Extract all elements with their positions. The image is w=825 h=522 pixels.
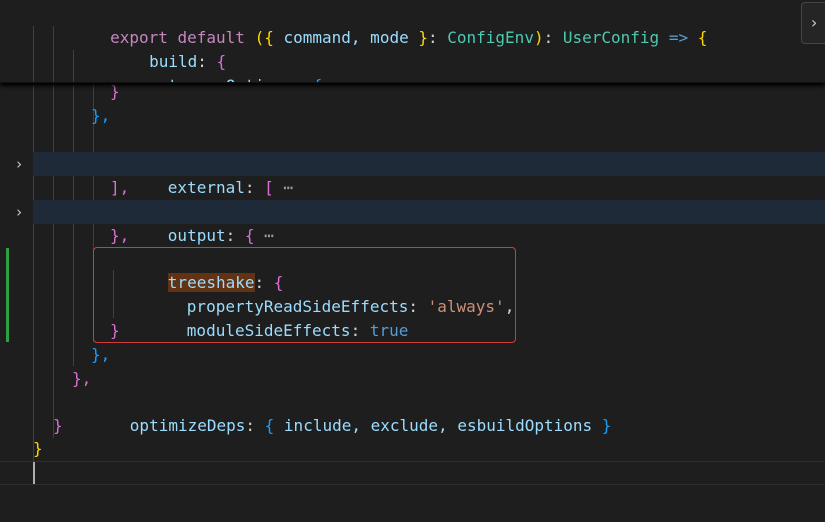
current-line <box>0 461 825 485</box>
code-line: ], <box>0 176 825 200</box>
code-line: } <box>0 414 825 438</box>
sticky-line[interactable]: build: { <box>0 26 825 71</box>
closing-brace: }, <box>91 106 111 125</box>
code-line: }, <box>0 224 825 248</box>
code-line: }, <box>0 343 825 367</box>
highlight-box <box>93 247 516 343</box>
code-line: } <box>0 80 825 104</box>
code-line: }, <box>0 367 825 391</box>
sticky-line[interactable]: terserOptions: { <box>0 50 825 82</box>
closing-brace: } <box>33 439 43 458</box>
code-editor[interactable]: } }, rollupOptions: { external: [ ⋯ › ],… <box>0 0 825 522</box>
text-cursor <box>33 462 35 484</box>
indent-guide <box>73 50 74 82</box>
property-key: terserOptions <box>168 76 293 82</box>
chevron-right-icon[interactable]: › <box>12 152 26 176</box>
sticky-scroll-header[interactable]: export default ({ command, mode }: Confi… <box>0 0 825 83</box>
sticky-line[interactable]: export default ({ command, mode }: Confi… <box>0 2 825 47</box>
closing-brace: } <box>110 82 120 101</box>
indent-guide <box>53 26 54 82</box>
closing-brace: }, <box>110 226 130 245</box>
code-line: optimizeDeps: { include, exclude, esbuil… <box>129 416 612 435</box>
code-line: }, <box>0 104 825 128</box>
code-line-folded: external: [ ⋯ <box>33 152 825 197</box>
code-line: } <box>0 437 825 461</box>
closing-brace: } <box>53 416 63 435</box>
chevron-right-icon[interactable]: › <box>12 200 26 224</box>
code-line-folded: output: { ⋯ <box>33 200 825 245</box>
closing-bracket: ], <box>110 178 130 197</box>
indent-guide <box>33 26 34 82</box>
code-line: rollupOptions: { <box>0 128 825 173</box>
chevron-right-icon[interactable]: › <box>801 2 825 44</box>
closing-brace: }, <box>72 369 92 388</box>
closing-brace: }, <box>91 345 111 364</box>
